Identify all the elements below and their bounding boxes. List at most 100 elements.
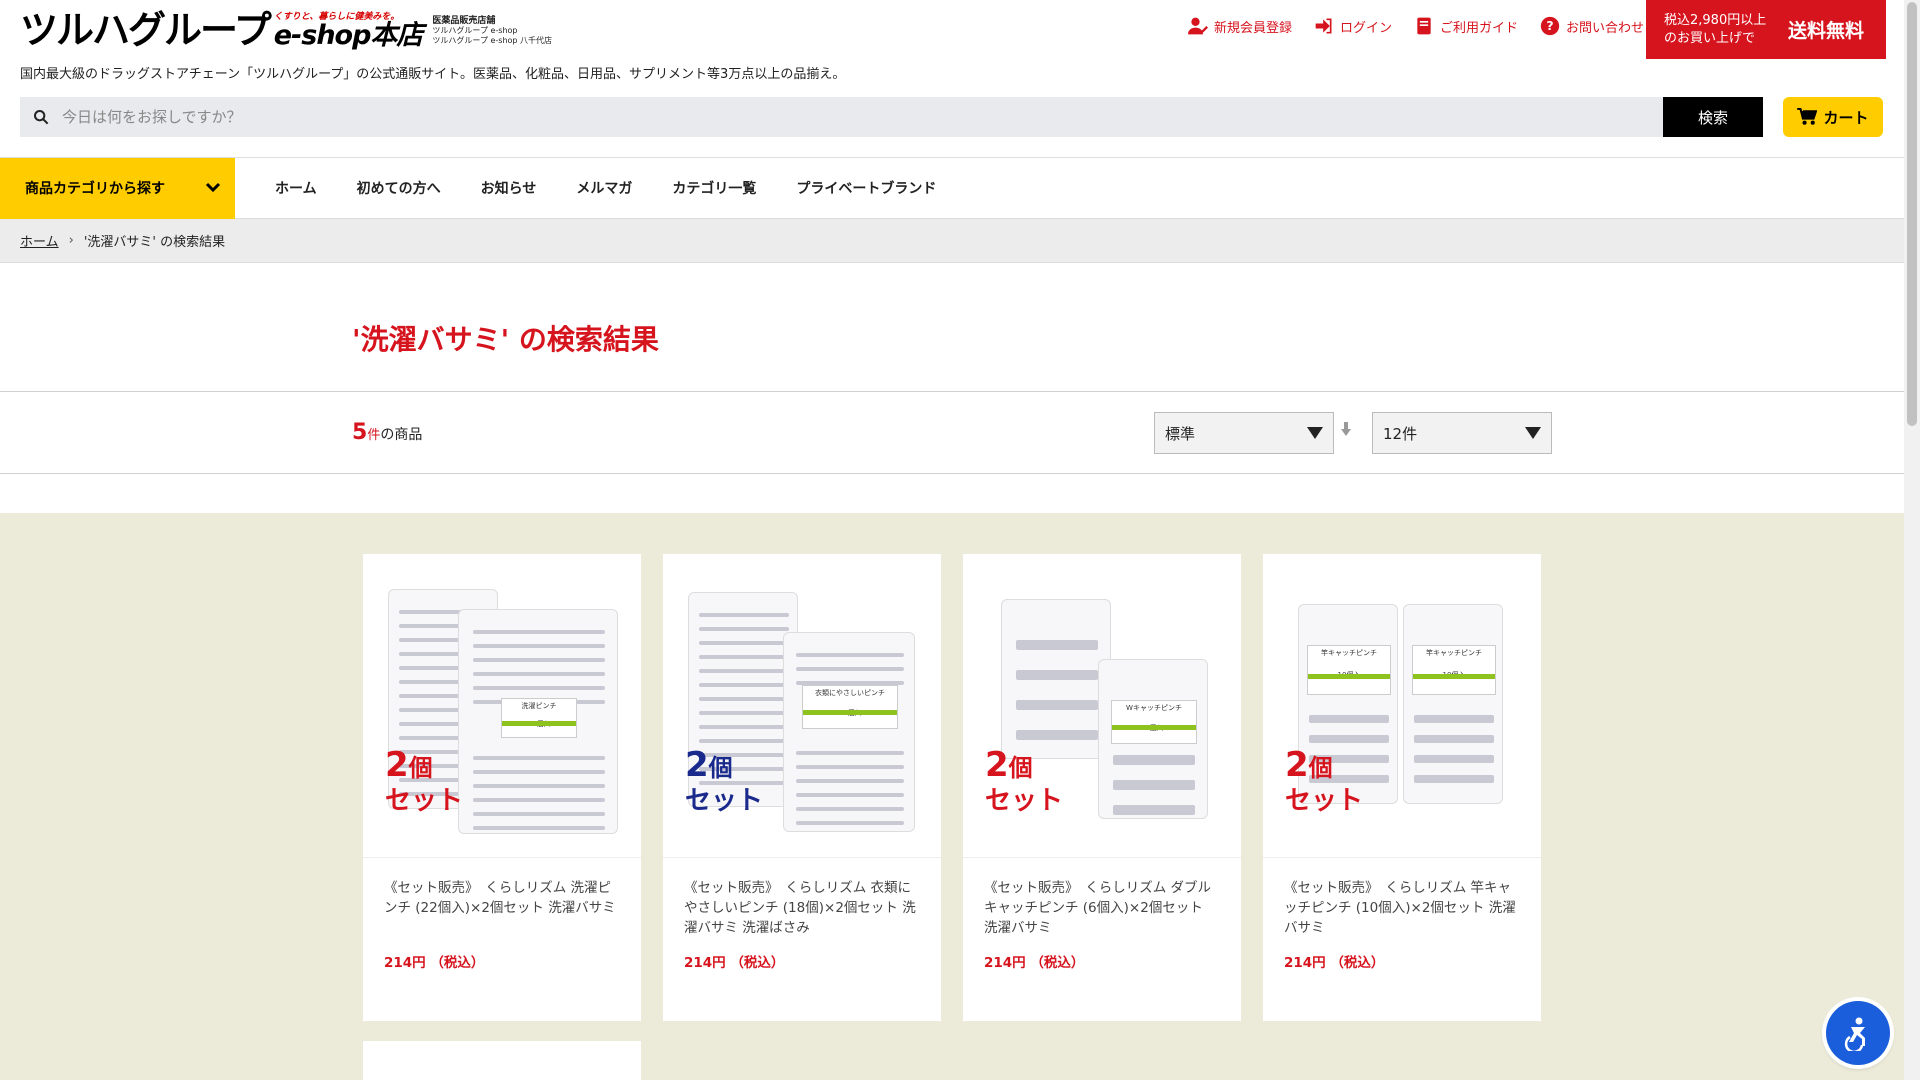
user-plus-icon (1187, 17, 1208, 35)
product-price: 214円 （税込） (984, 955, 1085, 971)
set-badge-number: 2 (985, 745, 1009, 785)
product-card[interactable]: 洗濯ピンチ 22個入 2個 セット 《セット販売》 くらしリズム 洗濯ピンチ (… (363, 554, 641, 1021)
package-label-text: 衣類にやさしいピンチ (815, 689, 885, 697)
product-name[interactable]: 《セット販売》 くらしリズム ダブルキャッチピンチ (6個入)×2個セット 洗濯… (984, 878, 1220, 938)
login-icon (1315, 18, 1332, 34)
guide-book-icon (1417, 17, 1431, 35)
product-price: 214円 （税込） (384, 955, 485, 971)
result-count-number: 5 (352, 420, 368, 445)
nav-item-categories[interactable]: カテゴリ一覧 (652, 178, 776, 198)
scrollbar-thumb[interactable] (1907, 2, 1917, 426)
login-link-label: ログイン (1339, 20, 1392, 36)
accessibility-icon (1844, 1017, 1865, 1051)
set-badge-word: セット (385, 786, 464, 816)
result-count-unit: 件 (367, 428, 381, 443)
svg-text:?: ? (1546, 18, 1553, 33)
package-label-text: 洗濯ピンチ (521, 702, 557, 710)
accessibility-button[interactable] (1826, 1001, 1890, 1065)
package-label: Wキャッチピンチ 6個入 (1111, 700, 1197, 744)
search-input[interactable] (62, 97, 1663, 137)
nav-item-newsletter[interactable]: メルマガ (556, 178, 652, 198)
set-badge-unit: 個 (708, 754, 733, 782)
set-badge-word: セット (985, 786, 1064, 816)
product-card[interactable]: 衣類にやさしいピンチ 18個入 2個 セット 《セット販売》 くらしリズム 衣類… (663, 554, 941, 1021)
main-nav: 商品カテゴリから探す ホーム 初めての方へ お知らせ メルマガ カテゴリ一覧 プ… (0, 157, 1904, 219)
free-shipping-label: 送料無料 (1788, 20, 1865, 42)
divider (0, 391, 1904, 392)
product-image[interactable]: 竿キャッチピンチ 10個入 竿キャッチピンチ 10個入 2個 セット (1263, 554, 1541, 858)
product-card[interactable] (363, 1041, 641, 1080)
logo-sub-line2: ツルハグループ e-shop 八千代店 (432, 36, 553, 45)
product-card[interactable]: 竿キャッチピンチ 10個入 竿キャッチピンチ 10個入 2個 セット 《セット販… (1263, 554, 1541, 1021)
register-link-label: 新規会員登録 (1213, 20, 1292, 36)
contact-link-label: お問い合わせ (1565, 20, 1644, 36)
triangle-down-icon (1307, 427, 1323, 439)
category-dropdown-button[interactable]: 商品カテゴリから探す (0, 157, 235, 219)
logo-sub-line1: ツルハグループ e-shop (432, 26, 518, 35)
set-badge-number: 2 (385, 745, 409, 785)
search-button[interactable]: 検索 (1663, 97, 1763, 137)
nav-item-news[interactable]: お知らせ (461, 178, 557, 198)
product-price: 214円 （税込） (1284, 955, 1385, 971)
breadcrumb-home-link[interactable]: ホーム (20, 231, 59, 250)
category-dropdown-label: 商品カテゴリから探す (25, 181, 165, 197)
page-scrollbar[interactable] (1904, 0, 1920, 1080)
product-image[interactable]: 洗濯ピンチ 22個入 2個 セット (363, 554, 641, 858)
search-icon (34, 110, 49, 125)
set-badge-unit: 個 (408, 754, 433, 782)
logo-sub-title: 医薬品販売店舗 (432, 16, 496, 26)
site-logo[interactable]: ツルハグループ くすりと、暮らしに健美みを。 e-shop本店 医薬品販売店舗 … (20, 8, 552, 50)
product-image[interactable]: 衣類にやさしいピンチ 18個入 2個 セット (663, 554, 941, 858)
page-title: '洗濯バサミ' の検索結果 (352, 323, 659, 356)
set-badge: 2個 セット (385, 748, 464, 816)
login-link[interactable]: ログイン (1314, 16, 1392, 36)
help-circle-icon: ? (1540, 16, 1560, 36)
top-nav: 新規会員登録 ログイン ご利用ガイド ? お問い合わせ (1187, 16, 1644, 36)
nav-item-home[interactable]: ホーム (255, 178, 337, 198)
set-badge-number: 2 (1285, 745, 1309, 785)
logo-brand: ツルハグループ (20, 8, 272, 52)
contact-link[interactable]: ? お問い合わせ (1540, 16, 1644, 36)
logo-shop-block: くすりと、暮らしに健美みを。 e-shop本店 (273, 9, 424, 51)
sort-direction-icon[interactable] (1341, 422, 1351, 440)
set-badge-word: セット (685, 786, 764, 816)
site-header: ツルハグループ くすりと、暮らしに健美みを。 e-shop本店 医薬品販売店舗 … (0, 0, 1904, 157)
product-image[interactable]: Wキャッチピンチ 6個入 2個 セット (963, 554, 1241, 858)
set-badge-unit: 個 (1008, 754, 1033, 782)
result-count: 5 件 の商品 (352, 420, 422, 445)
set-badge: 2個 セット (1285, 748, 1364, 816)
package-label-text: 竿キャッチピンチ (1321, 649, 1377, 657)
logo-store-info: 医薬品販売店舗 ツルハグループ e-shop ツルハグループ e-shop 八千… (432, 16, 552, 50)
set-badge: 2個 セット (685, 748, 764, 816)
sort-select[interactable]: 標準 (1154, 412, 1334, 454)
product-card[interactable]: Wキャッチピンチ 6個入 2個 セット 《セット販売》 くらしリズム ダブルキャ… (963, 554, 1241, 1021)
triangle-down-icon (1525, 427, 1541, 439)
divider (0, 473, 1904, 474)
sort-select-value: 標準 (1165, 424, 1196, 443)
per-page-select[interactable]: 12件 (1372, 412, 1552, 454)
guide-link[interactable]: ご利用ガイド (1414, 16, 1518, 36)
set-badge-word: セット (1285, 786, 1364, 816)
cart-button-label: カート (1823, 108, 1869, 127)
breadcrumb-separator-icon: › (68, 233, 74, 248)
register-link[interactable]: 新規会員登録 (1187, 16, 1292, 36)
breadcrumb: ホーム › '洗濯バサミ' の検索結果 (0, 219, 1904, 263)
free-shipping-banner[interactable]: 税込2,980円以上のお買い上げで 送料無料 (1646, 0, 1886, 59)
set-badge-unit: 個 (1308, 754, 1333, 782)
nav-item-private-brand[interactable]: プライベートブランド (776, 178, 956, 198)
cart-icon (1797, 108, 1818, 125)
per-page-select-value: 12件 (1383, 424, 1418, 443)
nav-item-beginners[interactable]: 初めての方へ (337, 178, 461, 198)
free-shipping-condition: 税込2,980円以上のお買い上げで (1664, 12, 1767, 46)
chevron-down-icon (205, 182, 221, 193)
product-name[interactable]: 《セット販売》 くらしリズム 竿キャッチピンチ (10個入)×2個セット 洗濯バ… (1284, 878, 1520, 938)
product-name[interactable]: 《セット販売》 くらしリズム 衣類にやさしいピンチ (18個)×2個セット 洗濯… (684, 878, 920, 938)
breadcrumb-current: '洗濯バサミ' の検索結果 (83, 235, 226, 250)
guide-link-label: ご利用ガイド (1439, 20, 1518, 36)
cart-button[interactable]: カート (1783, 97, 1883, 137)
logo-shop-name: e-shop本店 (273, 20, 424, 51)
package-label: 洗濯ピンチ 22個入 (501, 698, 577, 738)
package-label-text: 竿キャッチピンチ (1426, 649, 1482, 657)
product-name[interactable]: 《セット販売》 くらしリズム 洗濯ピンチ (22個入)×2個セット 洗濯バサミ (384, 878, 620, 918)
package-label: 竿キャッチピンチ 10個入 (1307, 645, 1391, 695)
